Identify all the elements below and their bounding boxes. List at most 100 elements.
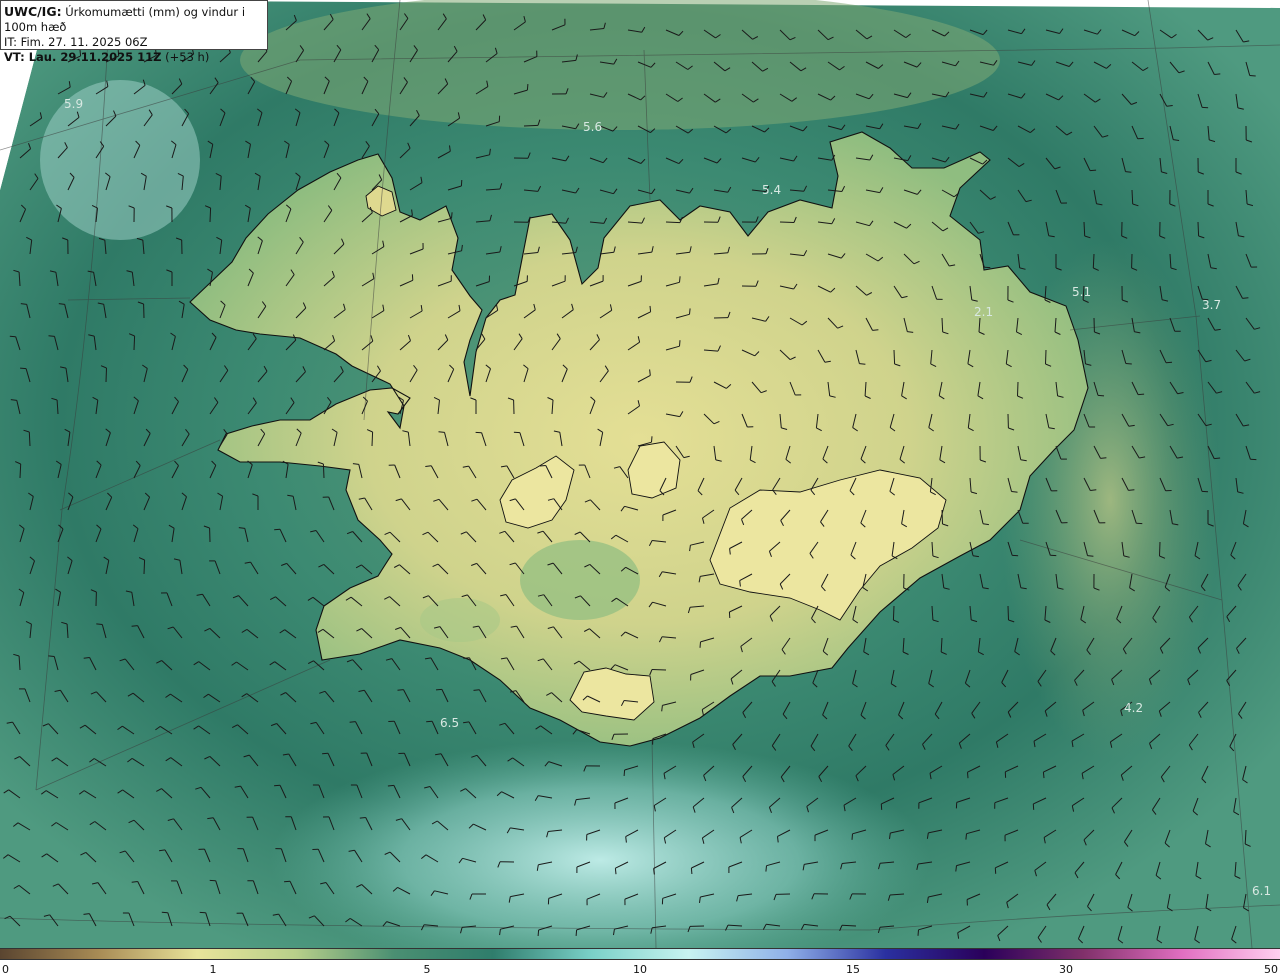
title-prefix: UWC/IG: <box>4 4 62 19</box>
value-label: 5.1 <box>1072 285 1091 299</box>
wind-barb-feather <box>1214 73 1221 75</box>
wind-barb-feather <box>1138 393 1145 396</box>
tick-label: 30 <box>1059 963 1073 976</box>
wind-barb-feather <box>48 655 55 657</box>
weather-map: 5.6 5.4 5.1 3.7 6.5 4.2 6.1 5.9 2.1 <box>0 0 1280 948</box>
valley-central <box>520 540 640 620</box>
wind-barb <box>665 221 681 224</box>
wind-barb-feather <box>872 329 879 331</box>
wind-barb <box>1007 605 1009 621</box>
wind-barb-feather <box>1128 489 1135 491</box>
wind-barb-feather <box>1100 457 1107 459</box>
wind-barb <box>941 317 944 333</box>
vt-offset: (+53 h) <box>161 50 210 64</box>
wind-barb-feather <box>777 836 779 843</box>
wind-barb-feather <box>1125 363 1132 365</box>
initial-time-line: IT: Fim. 27. 11. 2025 06Z <box>4 35 148 49</box>
map-header: UWC/IG: Úrkomumætti (mm) og vindur i 100… <box>0 0 268 64</box>
tick-label: 0 <box>2 963 9 976</box>
value-label: 3.7 <box>1202 298 1221 312</box>
wind-barb-feather <box>651 436 653 443</box>
wind-barb-feather <box>729 548 731 555</box>
wind-barb-feather <box>539 465 546 467</box>
value-label: 2.1 <box>974 305 993 319</box>
wind-barb-feather <box>435 688 442 691</box>
wind-barb <box>1017 381 1019 397</box>
value-label: 5.4 <box>762 183 781 197</box>
wind-barb-feather <box>526 84 529 91</box>
wind-barb-feather <box>851 833 853 840</box>
wind-barb <box>322 463 325 479</box>
wind-barb <box>1197 221 1200 237</box>
color-scale-ticks: 0 1 5 10 15 30 50 <box>0 960 1280 978</box>
wind-barb-feather <box>83 657 90 659</box>
wind-barb-feather <box>649 305 652 312</box>
outer-white-corner-ne <box>1160 0 1280 8</box>
wind-barb <box>1131 189 1134 205</box>
wind-barb <box>651 669 667 671</box>
value-label: 6.5 <box>440 716 459 730</box>
tick-label: 10 <box>633 963 647 976</box>
tick-label: 50 <box>1264 963 1278 976</box>
wind-barb-feather <box>765 865 767 872</box>
wind-barb <box>1159 541 1161 557</box>
tick-label: 1 <box>209 963 217 976</box>
wind-barb-feather <box>1090 489 1097 491</box>
wind-barb-feather <box>96 623 103 625</box>
wind-barb-feather <box>739 580 741 587</box>
wind-barb <box>133 335 136 351</box>
wind-barb <box>28 431 31 447</box>
wind-barb-feather <box>859 363 866 365</box>
wind-barb-feather <box>575 929 578 936</box>
wind-barb-feather <box>274 784 281 787</box>
wind-barb-feather <box>359 817 366 819</box>
wind-barb-feather <box>438 431 445 433</box>
map-canvas: 5.6 5.4 5.1 3.7 6.5 4.2 6.1 5.9 2.1 <box>0 0 1280 948</box>
wind-barb-feather <box>131 625 138 627</box>
wind-barb-feather <box>1090 169 1097 172</box>
wind-barb-feather <box>387 784 394 787</box>
value-label: 6.1 <box>1252 884 1271 898</box>
wind-barb <box>1045 349 1047 365</box>
wind-barb <box>941 509 943 525</box>
wind-barb-feather <box>131 881 138 883</box>
vt-text: Lau. 29.11.2025 11Z <box>24 50 162 64</box>
wind-barb-feather <box>473 689 480 691</box>
wind-barb-feather <box>649 369 651 376</box>
tick-label: 5 <box>423 963 431 976</box>
value-label: 4.2 <box>1124 701 1143 715</box>
wind-barb <box>19 463 22 479</box>
wind-barb-feather <box>1242 297 1249 299</box>
wind-barb <box>1083 221 1086 237</box>
wind-barb-feather <box>689 308 691 315</box>
wind-barb-feather <box>625 836 627 843</box>
wind-barb-feather <box>20 367 27 370</box>
wind-barb-feather <box>965 833 967 840</box>
valley-south <box>420 598 500 642</box>
wind-barb-feather <box>1042 772 1045 779</box>
wind-barb-feather <box>679 276 681 283</box>
wind-barb-feather <box>1011 491 1018 493</box>
wind-barb-feather <box>699 641 701 648</box>
wind-barb-feather <box>48 335 55 337</box>
wind-barb-feather <box>1087 555 1094 557</box>
wind-barb <box>371 431 374 447</box>
wind-barb-feather <box>690 867 693 875</box>
tick-label: 15 <box>846 963 860 976</box>
wind-barb-feather <box>917 929 919 936</box>
wind-barb-feather <box>967 772 969 779</box>
wind-barb-feather <box>623 769 626 777</box>
wind-barb <box>105 367 107 383</box>
wind-barb-feather <box>955 865 957 872</box>
value-label: 5.9 <box>64 97 83 111</box>
wind-barb-feather <box>1165 361 1173 364</box>
wind-barb <box>893 349 896 365</box>
wind-barb-feather <box>1125 171 1132 173</box>
wind-barb-feather <box>1214 457 1221 460</box>
wind-barb <box>892 605 895 621</box>
wind-barb-feather <box>653 868 655 875</box>
wind-barb-feather <box>679 340 681 347</box>
wind-barb-feather <box>614 868 617 875</box>
vt-prefix: VT: <box>4 50 25 64</box>
wind-barb-feather <box>284 880 291 883</box>
